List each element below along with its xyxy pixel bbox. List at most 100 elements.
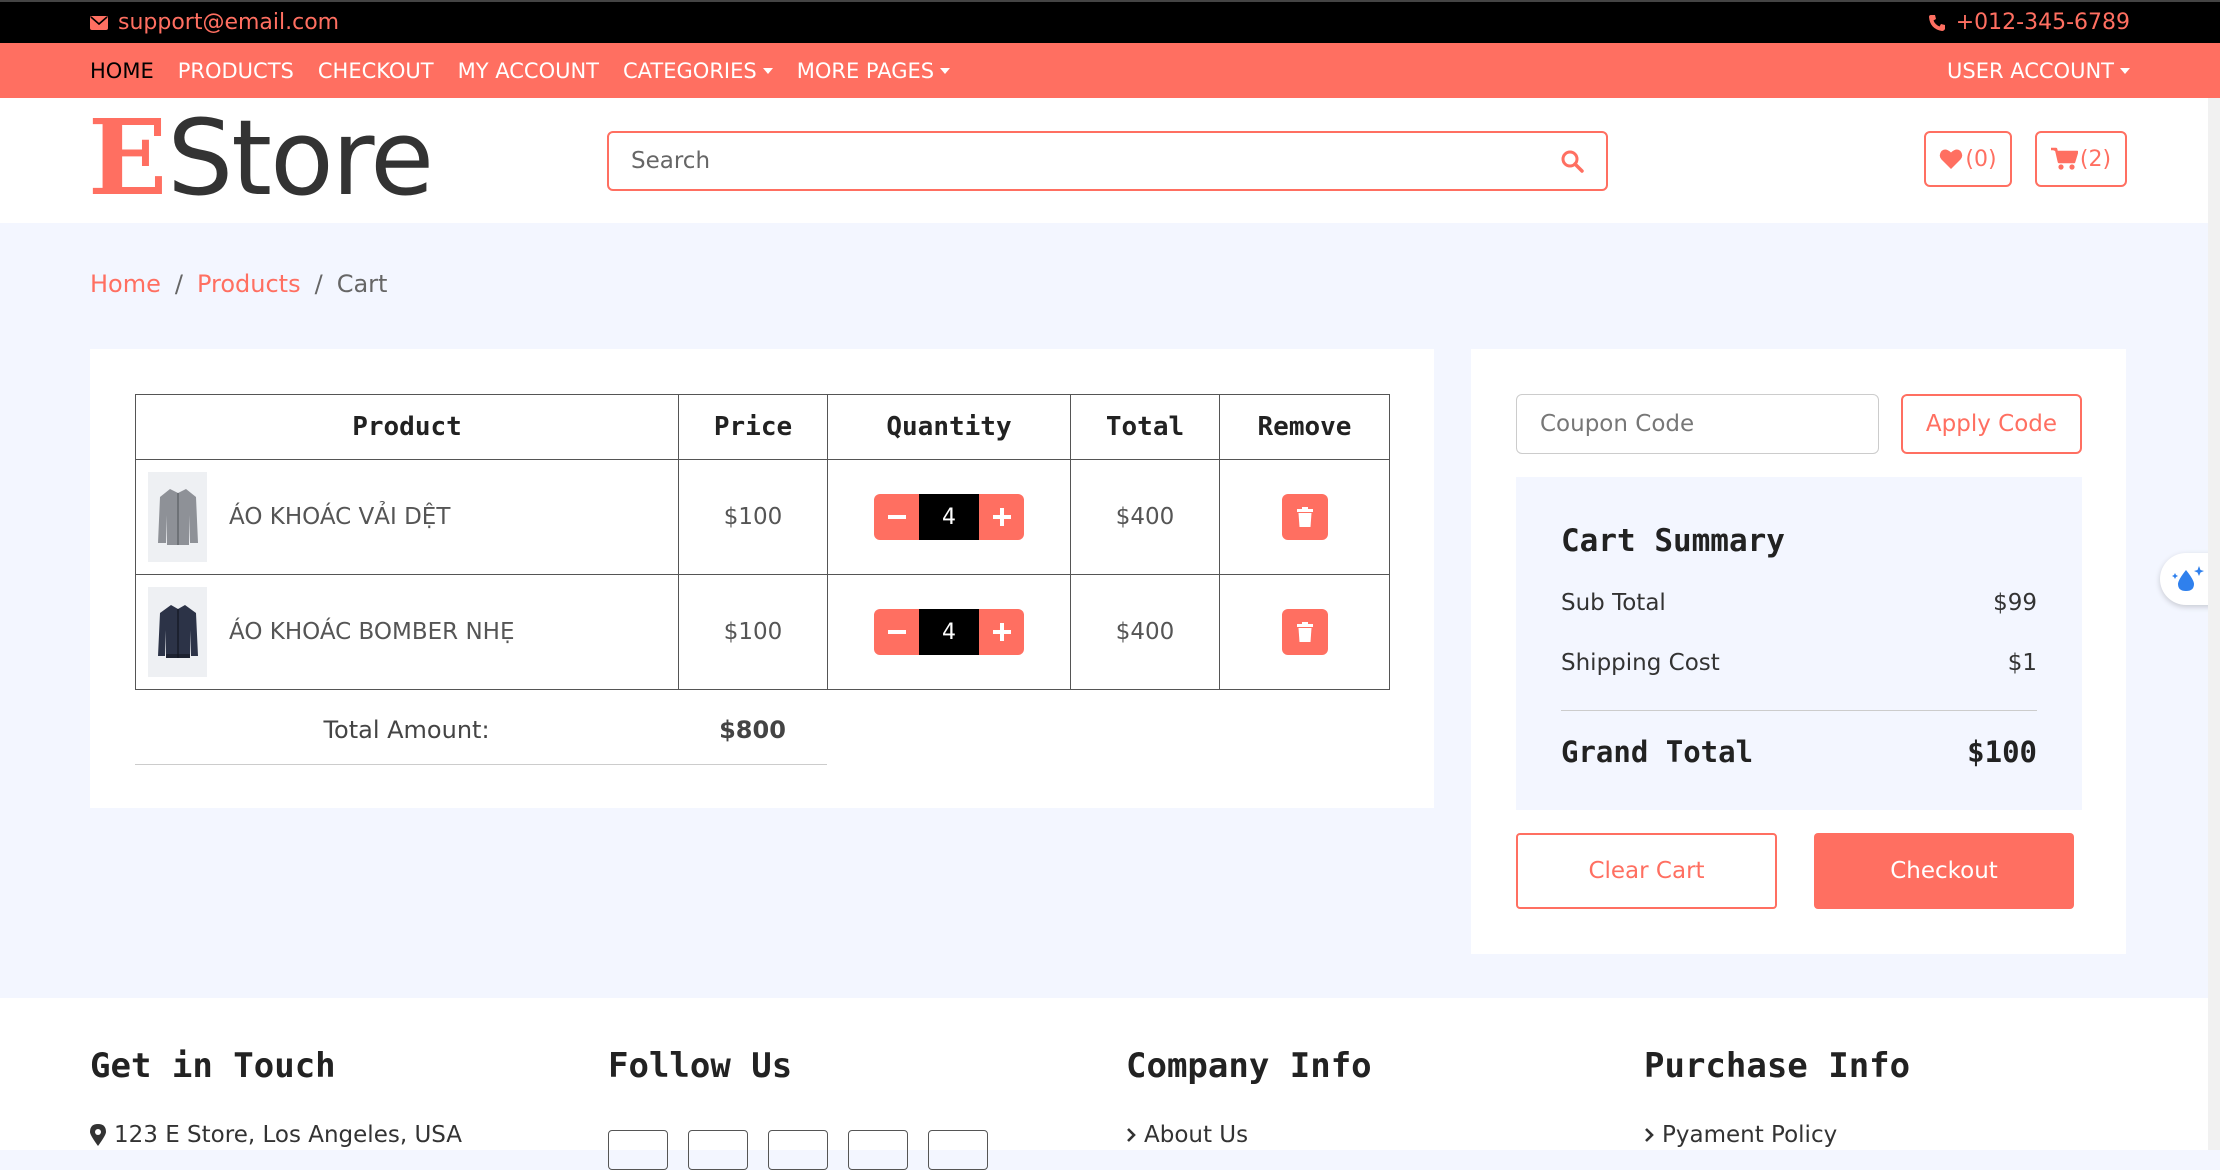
total-amount-value: $800 <box>719 715 786 744</box>
topbar-phone-text: +012-345-6789 <box>1955 10 2130 35</box>
heart-icon <box>1939 148 1963 170</box>
logo-e: E <box>88 96 168 219</box>
breadcrumb-current: Cart <box>336 270 388 298</box>
caret-down-icon <box>940 67 951 74</box>
nav-my-account[interactable]: MY ACCOUNT <box>458 59 599 83</box>
header-remove: Remove <box>1219 394 1390 460</box>
wishlist-count: (0) <box>1965 146 1997 172</box>
main-navbar: HOME PRODUCTS CHECKOUT MY ACCOUNT CATEGO… <box>0 43 2220 98</box>
minus-icon <box>887 630 906 634</box>
cart-icon <box>2050 147 2078 171</box>
estore-logo[interactable]: EStore <box>88 106 434 211</box>
phone-icon <box>1928 14 1946 32</box>
checkout-button[interactable]: Checkout <box>1814 833 2074 909</box>
nav-checkout[interactable]: CHECKOUT <box>318 59 434 83</box>
quantity-stepper: 4 <box>828 494 1070 540</box>
trash-icon <box>1296 622 1313 642</box>
decrease-quantity-button[interactable] <box>874 609 919 655</box>
cart-summary-card: Apply Code Cart Summary Sub Total $99 Sh… <box>1471 349 2126 954</box>
envelope-icon <box>90 15 108 30</box>
total-amount-label: Total Amount: <box>323 715 490 744</box>
grand-total-value: $100 <box>1967 735 2037 769</box>
social-button[interactable] <box>848 1130 908 1170</box>
subtotal-label: Sub Total <box>1561 590 1666 616</box>
social-button[interactable] <box>928 1130 988 1170</box>
shipping-row: Shipping Cost $1 <box>1561 650 2037 676</box>
footer-heading: Get in Touch <box>90 1046 336 1086</box>
cart-row: ÁO KHOÁC BOMBER NHẸ $100 4 $400 <box>135 574 1390 690</box>
decrease-quantity-button[interactable] <box>874 494 919 540</box>
plus-icon <box>992 623 1011 641</box>
nav-my-account-label: MY ACCOUNT <box>457 58 600 83</box>
search-icon[interactable] <box>1560 149 1584 173</box>
cart-summary-title: Cart Summary <box>1561 523 1785 559</box>
subtotal-value: $99 <box>1993 590 2037 616</box>
footer-link-payment-policy[interactable]: Pyament Policy <box>1644 1122 1910 1148</box>
nav-more-pages-dropdown[interactable]: MORE PAGES <box>797 59 951 83</box>
total-amount-row: Total Amount: $800 <box>135 695 827 765</box>
coupon-code-input[interactable] <box>1516 394 1879 454</box>
quantity-value[interactable]: 4 <box>919 609 979 655</box>
grand-total-row: Grand Total $100 <box>1561 735 2037 769</box>
product-thumbnail[interactable] <box>148 472 207 562</box>
breadcrumb-separator: / <box>174 270 183 298</box>
shipping-label: Shipping Cost <box>1561 650 1720 676</box>
map-marker-icon <box>90 1124 106 1146</box>
nav-products-label: PRODUCTS <box>177 58 294 83</box>
social-button[interactable] <box>688 1130 748 1170</box>
product-name[interactable]: ÁO KHOÁC BOMBER NHẸ <box>229 619 514 645</box>
footer-purchase-info: Purchase Info Pyament Policy <box>1644 1046 1910 1148</box>
remove-item-button[interactable] <box>1281 494 1328 540</box>
footer-link-about[interactable]: About Us <box>1126 1122 1372 1148</box>
social-button[interactable] <box>608 1130 668 1170</box>
nav-products[interactable]: PRODUCTS <box>178 59 294 83</box>
search-bar <box>607 131 1608 191</box>
wishlist-button[interactable]: (0) <box>1924 131 2012 187</box>
search-input[interactable] <box>631 148 1560 174</box>
breadcrumb: Home / Products / Cart <box>90 270 387 298</box>
cart-cell-remove <box>1219 459 1390 575</box>
header-quantity: Quantity <box>827 394 1071 460</box>
caret-down-icon <box>2120 67 2130 74</box>
grand-total-label: Grand Total <box>1561 735 1754 769</box>
nav-home[interactable]: HOME <box>90 59 154 83</box>
cart-cell-total: $400 <box>1070 574 1220 690</box>
breadcrumb-home[interactable]: Home <box>90 270 161 298</box>
page-scrollbar[interactable] <box>2208 98 2220 1150</box>
footer-address: 123 E Store, Los Angeles, USA <box>90 1122 462 1148</box>
increase-quantity-button[interactable] <box>979 494 1024 540</box>
breadcrumb-separator: / <box>314 270 323 298</box>
remove-item-button[interactable] <box>1281 609 1328 655</box>
trash-icon <box>1296 507 1313 527</box>
quantity-value[interactable]: 4 <box>919 494 979 540</box>
site-header: EStore (0) (2) <box>0 98 2220 223</box>
caret-down-icon <box>762 67 773 74</box>
apply-code-button[interactable]: Apply Code <box>1901 394 2082 454</box>
cart-button[interactable]: (2) <box>2035 131 2127 187</box>
breadcrumb-products[interactable]: Products <box>197 270 301 298</box>
logo-store: Store <box>167 97 434 219</box>
cart-cell-product: ÁO KHOÁC BOMBER NHẸ <box>135 574 679 690</box>
topbar-phone[interactable]: +012-345-6789 <box>1928 10 2130 35</box>
cart-cell-total: $400 <box>1070 459 1220 575</box>
product-name[interactable]: ÁO KHOÁC VẢI DỆT <box>229 504 450 530</box>
product-thumbnail[interactable] <box>148 587 207 677</box>
top-bar: support@email.com +012-345-6789 <box>0 0 2220 43</box>
cart-table: Product Price Quantity Total Remove ÁO K… <box>135 394 1390 690</box>
minus-icon <box>887 515 906 519</box>
cart-table-header: Product Price Quantity Total Remove <box>135 394 1390 460</box>
clear-cart-button[interactable]: Clear Cart <box>1516 833 1777 909</box>
nav-checkout-label: CHECKOUT <box>317 58 434 83</box>
cart-cell-remove <box>1219 574 1390 690</box>
footer-heading: Follow Us <box>608 1046 793 1086</box>
cart-cell-price: $100 <box>678 459 828 575</box>
footer-company-info: Company Info About Us <box>1126 1046 1372 1148</box>
nav-categories-dropdown[interactable]: CATEGORIES <box>623 59 773 83</box>
footer-follow-us: Follow Us <box>608 1046 988 1170</box>
increase-quantity-button[interactable] <box>979 609 1024 655</box>
summary-divider <box>1561 710 2037 711</box>
social-button[interactable] <box>768 1130 828 1170</box>
topbar-email[interactable]: support@email.com <box>90 10 339 35</box>
nav-user-account-dropdown[interactable]: USER ACCOUNT <box>1947 59 2130 83</box>
cart-card: Product Price Quantity Total Remove ÁO K… <box>90 349 1434 808</box>
